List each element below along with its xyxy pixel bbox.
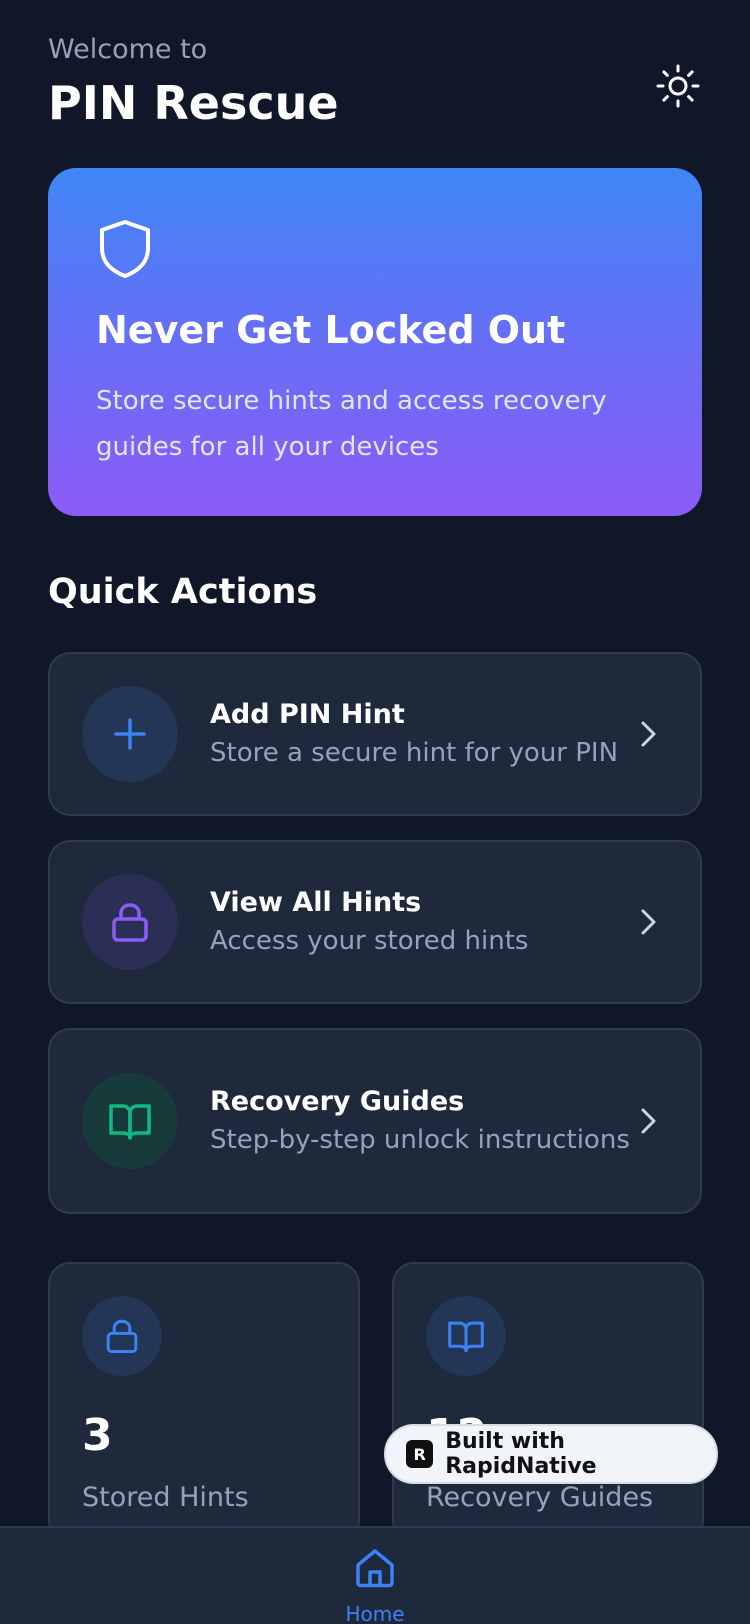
hero-description: Store secure hints and access recovery g…: [96, 386, 607, 462]
action-subtitle: Access your stored hints: [210, 926, 529, 956]
chevron-right-icon: [641, 721, 656, 747]
sun-icon: [656, 64, 700, 108]
shield-icon: [100, 220, 150, 278]
recovery-guides-icon-circle: [82, 1073, 178, 1169]
built-with-badge[interactable]: R Built with RapidNative: [384, 1424, 718, 1484]
stored-hints-stat-card[interactable]: 3 Stored Hints: [48, 1262, 360, 1542]
action-subtitle: Store a secure hint for your PIN: [210, 738, 619, 768]
hero-title: Never Get Locked Out: [96, 308, 566, 352]
home-icon: [356, 1549, 394, 1588]
bottom-navigation: Home: [0, 1526, 750, 1624]
stat-label: Stored Hints: [82, 1482, 249, 1513]
home-screen: Welcome to PIN Rescue Never Get Locked O…: [0, 0, 750, 1624]
add-hint-icon-circle: [82, 686, 178, 782]
app-title: PIN Rescue: [48, 76, 339, 130]
add-pin-hint-button[interactable]: Add PIN Hint Store a secure hint for you…: [48, 652, 702, 816]
recovery-guides-stat-card[interactable]: 12 Recovery Guides: [392, 1262, 704, 1542]
action-title: View All Hints: [210, 887, 422, 918]
stat-value: 3: [82, 1410, 113, 1461]
book-icon: [448, 1321, 484, 1353]
lock-icon: [106, 1319, 138, 1354]
quick-actions-title: Quick Actions: [48, 572, 318, 612]
chevron-right-icon: [641, 1108, 656, 1134]
welcome-text: Welcome to: [48, 34, 208, 65]
recovery-guides-button[interactable]: Recovery Guides Step-by-step unlock inst…: [48, 1028, 702, 1214]
action-title: Add PIN Hint: [210, 699, 405, 730]
rapidnative-logo-icon: R: [406, 1440, 434, 1468]
plus-icon: [114, 718, 146, 750]
badge-text: Built with RapidNative: [445, 1429, 597, 1479]
view-hints-icon-circle: [82, 874, 178, 970]
stat-icon-circle: [426, 1296, 506, 1376]
theme-toggle-button[interactable]: [650, 58, 706, 114]
book-icon: [109, 1104, 151, 1140]
chevron-right-icon: [641, 909, 656, 935]
lock-icon: [112, 903, 148, 942]
action-subtitle: Step-by-step unlock instructions: [210, 1125, 630, 1155]
hero-banner: Never Get Locked Out Store secure hints …: [48, 168, 702, 516]
action-title: Recovery Guides: [210, 1086, 465, 1117]
nav-item-home[interactable]: Home: [320, 1538, 430, 1624]
nav-home-label: Home: [345, 1602, 405, 1624]
stat-label: Recovery Guides: [426, 1482, 654, 1513]
stat-icon-circle: [82, 1296, 162, 1376]
view-all-hints-button[interactable]: View All Hints Access your stored hints: [48, 840, 702, 1004]
